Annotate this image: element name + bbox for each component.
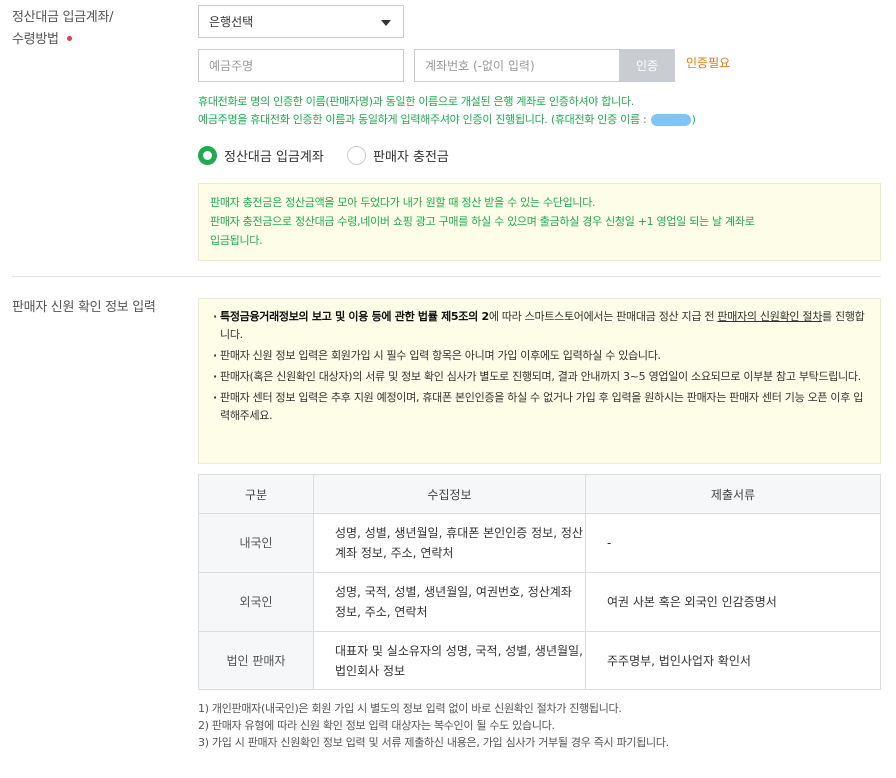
auth-note-line1: 휴대전화로 명의 인증한 이름(판매자명)과 동일한 이름으로 개설된 은행 계…: [198, 95, 634, 108]
radio-seller-charge-label: 판매자 충전금: [373, 150, 449, 165]
notice-item: 판매자 신원 정보 입력은 회원가입 시 필수 입력 항목은 아니며 가입 이후…: [213, 347, 866, 365]
bank-select-value: 은행선택: [209, 15, 254, 29]
masked-name: [650, 114, 691, 126]
charge-info-line2: 판매자 충전금으로 정산대금 수령,네이버 쇼핑 광고 구매를 하실 수 있으며…: [210, 215, 755, 228]
notice-law-name: 특정금융거래정보의 보고 및 이용 등에 관한 법률 제5조의 2: [220, 310, 489, 323]
footnote: 3) 가입 시 판매자 신원확인 정보 입력 및 서류 제출하신 내용은, 가입…: [198, 736, 669, 749]
auth-note-line2-text: 예금주명을 휴대전화 인증한 이름과 동일하게 입력해주셔야 인증이 진행됩니다…: [198, 113, 647, 126]
identity-section-label: 판매자 신원 확인 정보 입력: [12, 300, 156, 315]
identity-notice-box: 특정금융거래정보의 보고 및 이용 등에 관한 법률 제5조의 2에 따라 스마…: [198, 298, 881, 464]
radio-settlement-account[interactable]: 정산대금 입금계좌: [198, 146, 324, 165]
auth-note-line2-end: ): [691, 113, 696, 126]
notice-item: 특정금융거래정보의 보고 및 이용 등에 관한 법률 제5조의 2에 따라 스마…: [213, 308, 866, 344]
required-dot-icon: [66, 36, 72, 41]
table-cell-info: 성명, 국적, 성별, 생년월일, 여권번호, 정산계좌 정보, 주소, 연락처: [313, 572, 586, 632]
table-cell-docs: 여권 사본 혹은 외국인 인감증명서: [585, 572, 881, 632]
section-divider: [12, 276, 881, 277]
table-row: 외국인 성명, 국적, 성별, 생년월일, 여권번호, 정산계좌 정보, 주소,…: [198, 572, 881, 632]
charge-info-line1: 판매자 충전금은 정산금액을 모아 두었다가 내가 원할 때 정산 받을 수 있…: [210, 196, 596, 209]
identity-info-table: 구분 수집정보 제출서류 내국인 성명, 성별, 생년월일, 휴대폰 본인인증 …: [198, 474, 881, 690]
table-row: 내국인 성명, 성별, 생년월일, 휴대폰 본인인증 정보, 정산계좌 정보, …: [198, 513, 881, 573]
table-cell-docs: 주주명부, 법인사업자 확인서: [585, 631, 881, 690]
table-cell-type: 외국인: [198, 572, 314, 632]
charge-info-line3: 입금됩니다.: [210, 234, 263, 247]
radio-checked-icon: [198, 146, 217, 165]
radio-seller-charge[interactable]: 판매자 충전금: [347, 146, 449, 165]
settlement-label-line2-wrap: 수령방법: [12, 29, 113, 51]
notice-item1-text: 에 따라 스마트스토어에서는 판매대금 정산 지급 전: [488, 310, 718, 323]
notice-item: 판매자(혹은 신원확인 대상자)의 서류 및 정보 확인 심사가 별도로 진행되…: [213, 368, 866, 386]
depositor-name-input[interactable]: 예금주명: [198, 49, 404, 82]
table-header-row: 구분 수집정보 제출서류: [198, 474, 881, 514]
identity-procedure-link[interactable]: 판매자의 신원확인 절차: [717, 310, 822, 323]
table-cell-type: 내국인: [198, 513, 314, 573]
radio-settlement-account-label: 정산대금 입금계좌: [224, 150, 324, 165]
table-header: 수집정보: [313, 474, 586, 514]
account-placeholder: 계좌번호 (-없이 입력): [425, 59, 535, 73]
identity-notice-list: 특정금융거래정보의 보고 및 이용 등에 관한 법률 제5조의 2에 따라 스마…: [213, 308, 866, 425]
radio-unchecked-icon: [347, 146, 366, 165]
notice-item: 판매자 센터 정보 입력은 추후 지원 예정이며, 휴대폰 본인인증을 하실 수…: [213, 389, 866, 425]
verify-button[interactable]: 인증: [619, 49, 675, 82]
bank-select[interactable]: 은행선택: [198, 5, 404, 38]
table-cell-docs: -: [585, 513, 881, 573]
footnotes: 1) 개인판매자(내국인)은 회원 가입 시 별도의 정보 입력 없이 바로 신…: [198, 700, 669, 751]
chevron-down-icon: [381, 20, 391, 26]
table-cell-info: 성명, 성별, 생년월일, 휴대폰 본인인증 정보, 정산계좌 정보, 주소, …: [313, 513, 586, 573]
auth-status-text: 인증필요: [686, 56, 731, 70]
depositor-placeholder: 예금주명: [209, 59, 254, 73]
settlement-label: 정산대금 입금계좌/ 수령방법: [12, 7, 114, 51]
table-cell-info: 대표자 및 실소유자의 성명, 국적, 성별, 생년월일, 법인회사 정보: [313, 631, 586, 690]
auth-note-line2: 예금주명을 휴대전화 인증한 이름과 동일하게 입력해주셔야 인증이 진행됩니다…: [198, 111, 696, 129]
table-cell-type: 법인 판매자: [198, 631, 314, 690]
footnote: 1) 개인판매자(내국인)은 회원 가입 시 별도의 정보 입력 없이 바로 신…: [198, 702, 622, 715]
account-number-input[interactable]: 계좌번호 (-없이 입력): [414, 49, 620, 82]
charge-info-box: 판매자 충전금은 정산금액을 모아 두었다가 내가 원할 때 정산 받을 수 있…: [198, 183, 881, 261]
table-header: 제출서류: [585, 474, 881, 514]
footnote: 2) 판매자 유형에 따라 신원 확인 정보 입력 대상자는 복수인이 될 수도…: [198, 719, 555, 732]
table-row: 법인 판매자 대표자 및 실소유자의 성명, 국적, 성별, 생년월일, 법인회…: [198, 631, 881, 690]
settlement-label-line2: 수령방법: [12, 32, 59, 47]
table-header: 구분: [198, 474, 314, 514]
settlement-label-line1: 정산대금 입금계좌/: [12, 10, 114, 25]
